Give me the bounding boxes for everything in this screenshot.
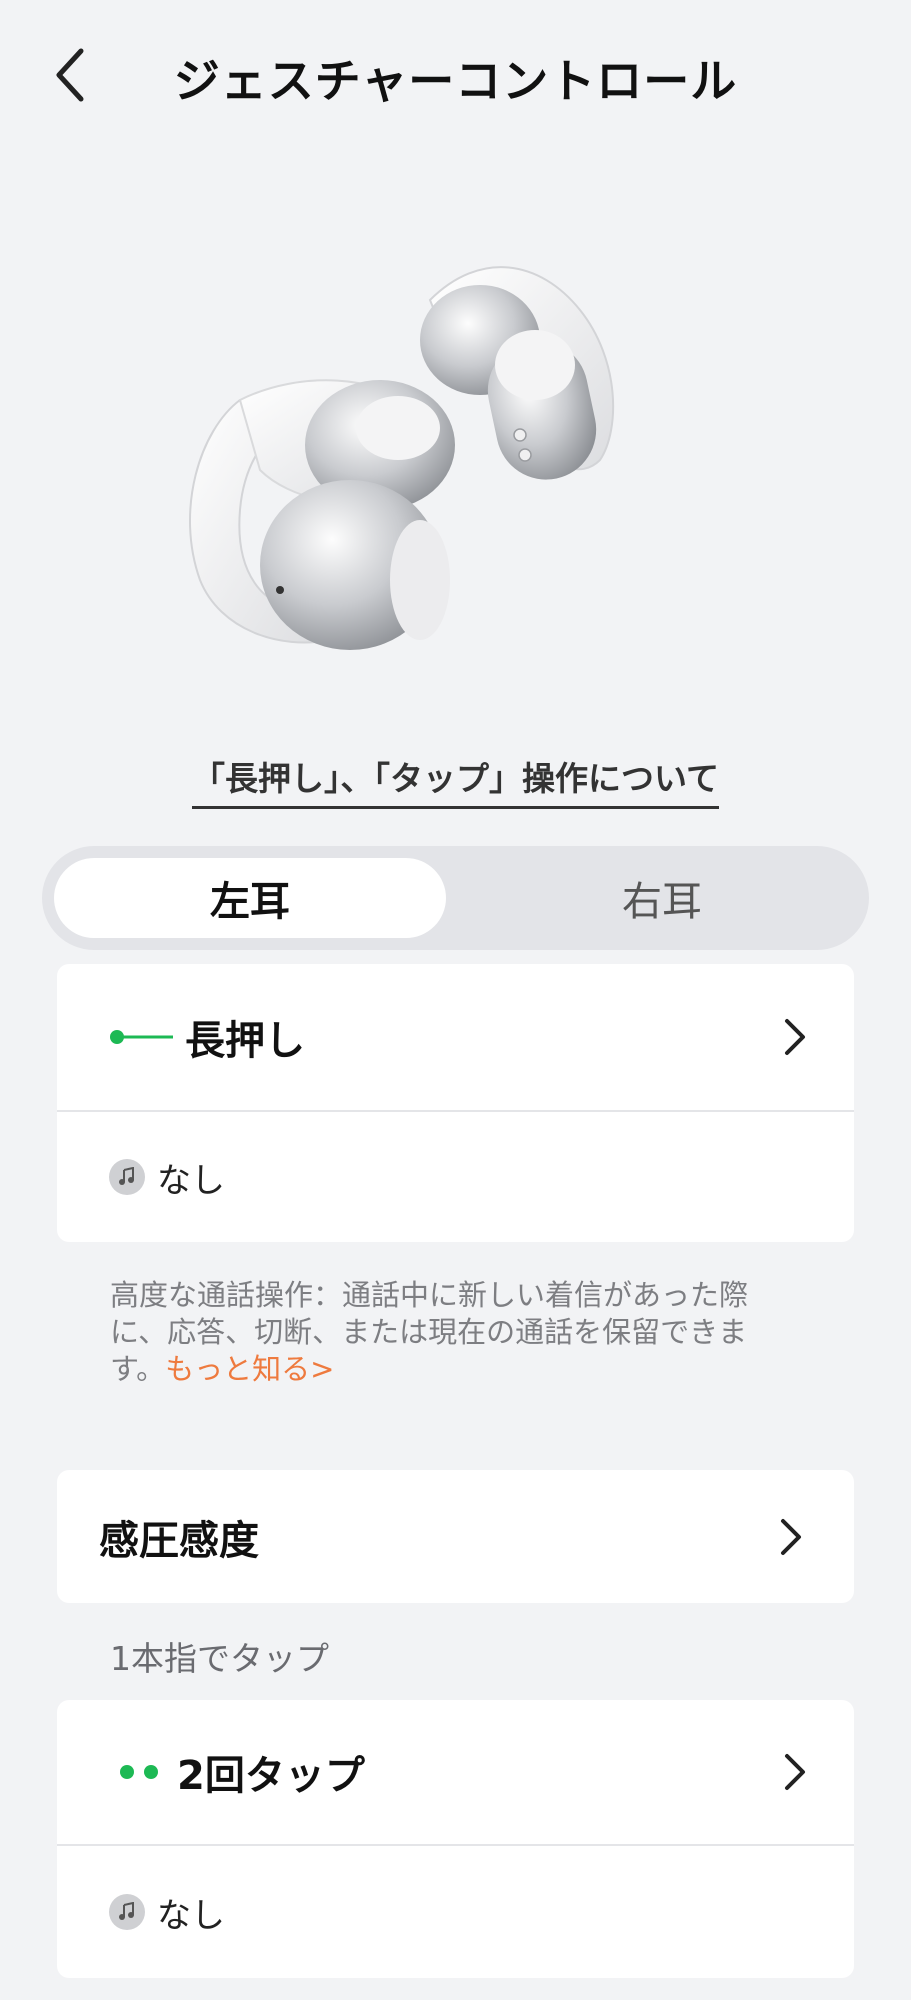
long-press-action-row[interactable]: なし <box>57 1112 854 1242</box>
pressure-sensitivity-card: 感圧感度 <box>57 1470 854 1603</box>
section-label-one-finger: 1本指でタップ <box>110 1639 329 1678</box>
tab-left-ear[interactable]: 左耳 <box>54 858 446 938</box>
call-operation-note: 高度な通話操作：通話中に新しい着信があった際に、応答、切断、または現在の通話を保… <box>110 1277 770 1388</box>
long-press-card: 長押し なし <box>57 964 854 1242</box>
music-note-icon <box>109 1894 145 1930</box>
tab-right-ear[interactable]: 右耳 <box>466 858 858 938</box>
long-press-title: 長押し <box>185 1018 305 1064</box>
long-press-icon <box>110 1030 173 1044</box>
page-title: ジェスチャーコントロール <box>173 54 738 108</box>
chevron-right-icon <box>785 1754 805 1790</box>
pressure-sensitivity-row[interactable]: 感圧感度 <box>57 1470 854 1603</box>
double-tap-row[interactable]: 2回タップ <box>57 1700 854 1844</box>
gesture-info-link[interactable]: 「長押し」、「タップ」操作について <box>191 759 719 809</box>
double-tap-card: 2回タップ なし <box>57 1700 854 1978</box>
earbuds-product-image <box>180 250 740 690</box>
chevron-right-icon <box>785 1019 805 1055</box>
double-tap-title: 2回タップ <box>177 1753 365 1799</box>
long-press-action-value: なし <box>157 1160 225 1201</box>
double-tap-action-row[interactable]: なし <box>57 1846 854 1978</box>
gesture-info-link-wrap: 「長押し」、「タップ」操作について <box>0 752 911 809</box>
chevron-right-icon <box>781 1518 801 1555</box>
double-dot-icon <box>120 1765 158 1779</box>
double-tap-action-value: なし <box>157 1895 225 1936</box>
music-note-icon <box>109 1159 145 1195</box>
learn-more-link[interactable]: もっと知る> <box>165 1352 334 1386</box>
ear-segment-control: 左耳 右耳 <box>42 846 869 950</box>
header: ジェスチャーコントロール <box>0 0 911 150</box>
pressure-sensitivity-title: 感圧感度 <box>99 1517 259 1564</box>
long-press-row[interactable]: 長押し <box>57 964 854 1110</box>
